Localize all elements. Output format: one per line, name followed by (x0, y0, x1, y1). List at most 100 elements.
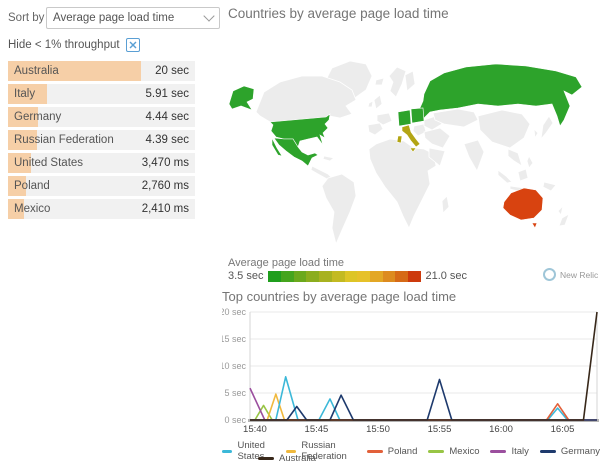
region-scandinavia (388, 66, 407, 98)
legend-swatch (258, 457, 274, 460)
country-table: Australia 20 sec Italy 5.91 sec Germany 4.44 … (8, 61, 195, 222)
row-value: 5.91 sec (145, 88, 189, 100)
sort-by-value: Average page load time (53, 12, 175, 24)
table-row[interactable]: Mexico 2,410 ms (8, 199, 195, 219)
table-row[interactable]: Russian Federation 4.39 sec (8, 130, 195, 150)
legend-swatch (428, 449, 445, 453)
new-relic-brand: New Relic (543, 268, 598, 281)
map-legend: 3.5 sec 21.0 sec (228, 270, 467, 282)
map-country-australia (502, 187, 544, 221)
sort-by-dropdown[interactable]: Average page load time (46, 7, 220, 29)
x-tick-label: 15:40 (243, 424, 267, 435)
country-new-zealand-south (558, 213, 570, 227)
map-country-poland (410, 107, 425, 124)
legend-swatch (490, 449, 507, 453)
table-row[interactable]: Italy 5.91 sec (8, 84, 195, 104)
country-cuba (322, 155, 335, 162)
x-tick-label: 16:05 (551, 424, 575, 435)
y-tick-label: 15 sec (222, 334, 246, 344)
gradient-step (319, 270, 332, 282)
legend-label: Italy (511, 445, 529, 457)
throughput-filter-checkbox[interactable] (125, 38, 140, 52)
table-row[interactable]: Australia 20 sec (8, 61, 195, 81)
row-country: Russian Federation (14, 134, 114, 146)
x-tick-label: 15:50 (366, 424, 390, 435)
map-country-alaska (228, 85, 255, 111)
chevron-down-icon (203, 10, 215, 22)
x-tick-label: 15:55 (428, 424, 452, 435)
legend-item-germany[interactable]: Germany (539, 440, 600, 462)
country-madagascar (441, 195, 450, 214)
x-tick-label: 15:45 (305, 424, 329, 435)
map-region-tasmania (531, 222, 538, 229)
country-new-zealand-north (557, 204, 564, 216)
map-country-germany (397, 109, 412, 127)
sort-by-label: Sort by (8, 12, 45, 24)
gradient-step (306, 270, 320, 282)
chart-title: Top countries by average page load time (222, 289, 457, 304)
row-value: 2,410 ms (141, 203, 189, 215)
legend-label: Germany (560, 445, 600, 457)
gradient-step (382, 270, 396, 282)
map-legend-title: Average page load time (228, 257, 344, 269)
map-legend-min: 3.5 sec (228, 270, 264, 282)
legend-swatch (366, 449, 383, 453)
table-row[interactable]: Poland 2,760 ms (8, 176, 195, 196)
new-relic-label: New Relic (560, 269, 599, 280)
legend-item-poland[interactable]: Poland (366, 440, 418, 462)
throughput-filter: Hide < 1% throughput (8, 38, 140, 52)
row-value: 3,470 ms (141, 157, 189, 169)
gradient-step (344, 270, 358, 282)
row-country: Germany (14, 111, 62, 123)
country-philippines (526, 155, 534, 169)
row-value: 4.44 sec (145, 111, 189, 123)
map-legend-max: 21.0 sec (425, 270, 468, 282)
series-poland (250, 403, 597, 421)
legend-item-italy[interactable]: Italy (490, 440, 529, 462)
island-new-guinea (542, 181, 557, 192)
table-row[interactable]: Germany 4.44 sec (8, 107, 195, 127)
region-iberia (367, 122, 384, 136)
new-relic-icon (543, 268, 556, 281)
world-map[interactable] (226, 54, 598, 252)
region-africa (368, 138, 437, 229)
country-canada (255, 75, 357, 123)
row-value: 2,760 ms (141, 180, 189, 192)
country-ireland (367, 100, 374, 108)
country-uk (373, 94, 383, 110)
gradient-step (293, 270, 307, 282)
legend-item-australia[interactable]: Australia (258, 453, 316, 464)
gradient-step (268, 270, 282, 282)
y-tick-label: 5 sec (224, 388, 246, 398)
legend-label: Poland (387, 445, 418, 457)
series-germany (250, 378, 597, 421)
gradient-step (395, 270, 408, 282)
legend-item-mexico[interactable]: Mexico (428, 440, 479, 462)
checkbox-checked-icon (129, 41, 137, 49)
series-russian-federation (250, 393, 597, 421)
row-country: Mexico (14, 203, 51, 215)
line-chart: 0 sec 5 sec 10 sec 15 sec 20 sec 15:40 15:45 15… (219, 304, 600, 438)
legend-label: Mexico (449, 445, 480, 457)
country-korea (533, 127, 539, 140)
row-country: Australia (14, 65, 59, 77)
gradient-step (331, 270, 345, 282)
throughput-filter-label: Hide < 1% throughput (8, 39, 120, 51)
gradient-step (357, 270, 370, 282)
row-country: United States (14, 157, 84, 169)
row-value: 20 sec (155, 65, 189, 77)
legend-swatch (222, 449, 233, 453)
country-finland (404, 70, 416, 92)
chart-legend-row-2: Australia (258, 453, 316, 464)
country-china (477, 109, 531, 149)
region-indochina (507, 148, 523, 167)
gradient-step (281, 270, 294, 282)
map-legend-gradient (268, 270, 421, 282)
gradient-step (407, 270, 421, 282)
row-country: Poland (14, 180, 50, 192)
legend-swatch (539, 449, 556, 453)
island-sumatra (497, 169, 513, 184)
country-iceland (374, 77, 385, 86)
table-row[interactable]: United States 3,470 ms (8, 153, 195, 173)
gradient-step (369, 270, 383, 282)
